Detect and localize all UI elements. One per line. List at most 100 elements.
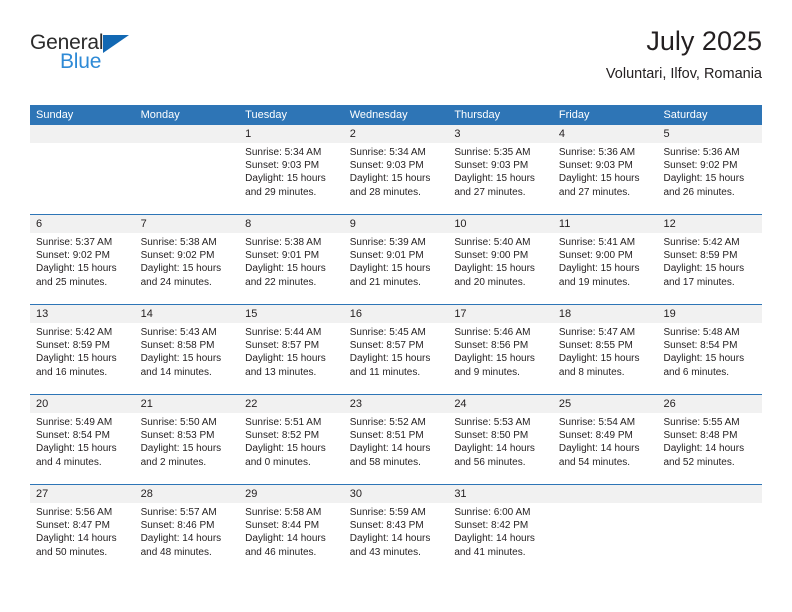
day-number[interactable]: 21 [135,395,240,413]
daylight-text: and 6 minutes. [663,366,730,378]
day-number[interactable]: 28 [135,485,240,503]
sunrise-text: Sunrise: 5:35 AM [454,147,531,158]
daylight-text: Daylight: 14 hours [663,443,745,455]
day-cell[interactable]: Sunrise: 6:00 AM Sunset: 8:42 PM Daylight:… [448,503,553,574]
daylight-text: Daylight: 14 hours [140,533,222,545]
general-blue-logo[interactable]: General Blue [30,26,160,88]
day-cell[interactable]: Sunrise: 5:42 AM Sunset: 8:59 PM Daylight:… [657,233,762,304]
daylight-text: and 2 minutes. [140,456,207,468]
day-number[interactable]: 2 [344,125,449,143]
day-number[interactable]: 29 [239,485,344,503]
day-cell[interactable]: Sunrise: 5:38 AM Sunset: 9:02 PM Daylight:… [135,233,240,304]
triangle-icon [103,35,130,53]
day-number[interactable]: 18 [553,305,658,323]
daylight-text: Daylight: 15 hours [140,263,222,275]
daylight-text: and 50 minutes. [36,546,108,558]
day-number[interactable]: 26 [657,395,762,413]
day-number[interactable]: 3 [448,125,553,143]
day-cell[interactable]: Sunrise: 5:36 AM Sunset: 9:02 PM Daylight:… [657,143,762,214]
day-number[interactable]: 30 [344,485,449,503]
day-cell[interactable]: Sunrise: 5:54 AM Sunset: 8:49 PM Daylight:… [553,413,658,484]
daylight-text: Daylight: 15 hours [36,263,117,275]
day-cell[interactable]: Sunrise: 5:46 AM Sunset: 8:56 PM Daylight:… [448,323,553,394]
day-number[interactable]: 12 [657,215,762,233]
day-number[interactable]: 17 [448,305,553,323]
day-cell[interactable]: Sunrise: 5:34 AM Sunset: 9:03 PM Daylight:… [344,143,449,214]
sunset-text: Sunset: 8:58 PM [140,340,215,352]
day-cell[interactable]: Sunrise: 5:57 AM Sunset: 8:46 PM Daylight:… [135,503,240,574]
day-cell[interactable]: Sunrise: 5:48 AM Sunset: 8:54 PM Daylight:… [657,323,762,394]
day-number[interactable]: 14 [135,305,240,323]
day-number[interactable]: 10 [448,215,553,233]
day-number[interactable]: 23 [344,395,449,413]
day-cell[interactable]: Sunrise: 5:37 AM Sunset: 9:02 PM Daylight:… [30,233,135,304]
day-number[interactable]: 15 [239,305,344,323]
sunrise-text: Sunrise: 5:38 AM [140,237,217,248]
day-numbers-band: 6 7 8 9 10 11 12 [30,215,762,233]
day-number[interactable]: 25 [553,395,658,413]
daylight-text: and 52 minutes. [663,456,735,468]
daylight-text: Daylight: 15 hours [454,353,535,365]
day-number[interactable]: 19 [657,305,762,323]
day-number[interactable]: 4 [553,125,658,143]
day-cell[interactable]: Sunrise: 5:36 AM Sunset: 9:03 PM Daylight:… [553,143,658,214]
daylight-text: Daylight: 14 hours [36,533,117,545]
day-cell[interactable]: Sunrise: 5:44 AM Sunset: 8:57 PM Daylight:… [239,323,344,394]
daylight-text: and 11 minutes. [349,366,421,378]
daylight-text: and 14 minutes. [140,366,212,378]
daylight-text: Daylight: 15 hours [454,263,535,275]
day-number[interactable]: 20 [30,395,135,413]
day-number[interactable]: 1 [239,125,344,143]
daylight-text: and 41 minutes. [454,546,526,558]
day-number[interactable]: 8 [239,215,344,233]
daylight-text: and 9 minutes. [454,366,520,378]
day-cell[interactable]: Sunrise: 5:50 AM Sunset: 8:53 PM Daylight:… [135,413,240,484]
day-cell[interactable]: Sunrise: 5:42 AM Sunset: 8:59 PM Daylight:… [30,323,135,394]
day-cell[interactable]: Sunrise: 5:47 AM Sunset: 8:55 PM Daylight:… [553,323,658,394]
sunrise-text: Sunrise: 5:38 AM [245,237,322,248]
day-cell[interactable]: Sunrise: 5:59 AM Sunset: 8:43 PM Daylight:… [344,503,449,574]
day-cell[interactable]: Sunrise: 5:53 AM Sunset: 8:50 PM Daylight:… [448,413,553,484]
day-number-empty [657,485,762,503]
day-cell[interactable]: Sunrise: 5:35 AM Sunset: 9:03 PM Daylight:… [448,143,553,214]
day-number[interactable]: 16 [344,305,449,323]
day-cell-empty [657,503,762,574]
day-cell[interactable]: Sunrise: 5:41 AM Sunset: 9:00 PM Daylight:… [553,233,658,304]
day-number[interactable]: 27 [30,485,135,503]
day-cell[interactable]: Sunrise: 5:45 AM Sunset: 8:57 PM Daylight:… [344,323,449,394]
day-cell[interactable]: Sunrise: 5:39 AM Sunset: 9:01 PM Daylight:… [344,233,449,304]
day-number[interactable]: 7 [135,215,240,233]
day-numbers-band: 20 21 22 23 24 25 26 [30,395,762,413]
sunrise-text: Sunrise: 5:46 AM [454,327,531,338]
daylight-text: and 19 minutes. [558,276,631,288]
day-number[interactable]: 13 [30,305,135,323]
day-number[interactable]: 24 [448,395,553,413]
day-cell[interactable]: Sunrise: 5:55 AM Sunset: 8:48 PM Daylight:… [657,413,762,484]
daylight-text: and 22 minutes. [245,276,317,288]
day-number[interactable]: 11 [553,215,658,233]
calendar-page: General Blue July 2025 Voluntari, Ilfov,… [0,0,792,612]
daylight-text: Daylight: 15 hours [245,173,326,185]
sunset-text: Sunset: 8:55 PM [558,340,633,352]
day-number[interactable]: 5 [657,125,762,143]
sunrise-text: Sunrise: 5:49 AM [36,417,113,428]
sunrise-text: Sunrise: 5:42 AM [36,327,113,338]
day-cell[interactable]: Sunrise: 5:49 AM Sunset: 8:54 PM Daylight:… [30,413,135,484]
day-number[interactable]: 6 [30,215,135,233]
day-number[interactable]: 9 [344,215,449,233]
day-cell[interactable]: Sunrise: 5:43 AM Sunset: 8:58 PM Daylight:… [135,323,240,394]
day-cell[interactable]: Sunrise: 5:52 AM Sunset: 8:51 PM Daylight:… [344,413,449,484]
week-row: 27 28 29 30 31 Sunrise: 5:56 AM Sunset: 8:47 P… [30,484,762,574]
day-cell[interactable]: Sunrise: 5:34 AM Sunset: 9:03 PM Daylight:… [239,143,344,214]
weekday-header-row: Sunday Monday Tuesday Wednesday Thursday Frid… [30,105,762,125]
day-cell[interactable]: Sunrise: 5:38 AM Sunset: 9:01 PM Daylight:… [239,233,344,304]
day-cell[interactable]: Sunrise: 5:40 AM Sunset: 9:00 PM Daylight:… [448,233,553,304]
day-cell[interactable]: Sunrise: 5:58 AM Sunset: 8:44 PM Daylight:… [239,503,344,574]
day-number[interactable]: 31 [448,485,553,503]
day-number-empty [553,485,658,503]
day-cell[interactable]: Sunrise: 5:51 AM Sunset: 8:52 PM Daylight:… [239,413,344,484]
daylight-text: Daylight: 14 hours [349,443,431,455]
sunset-text: Sunset: 9:03 PM [245,160,320,172]
day-cell[interactable]: Sunrise: 5:56 AM Sunset: 8:47 PM Daylight:… [30,503,135,574]
day-number[interactable]: 22 [239,395,344,413]
